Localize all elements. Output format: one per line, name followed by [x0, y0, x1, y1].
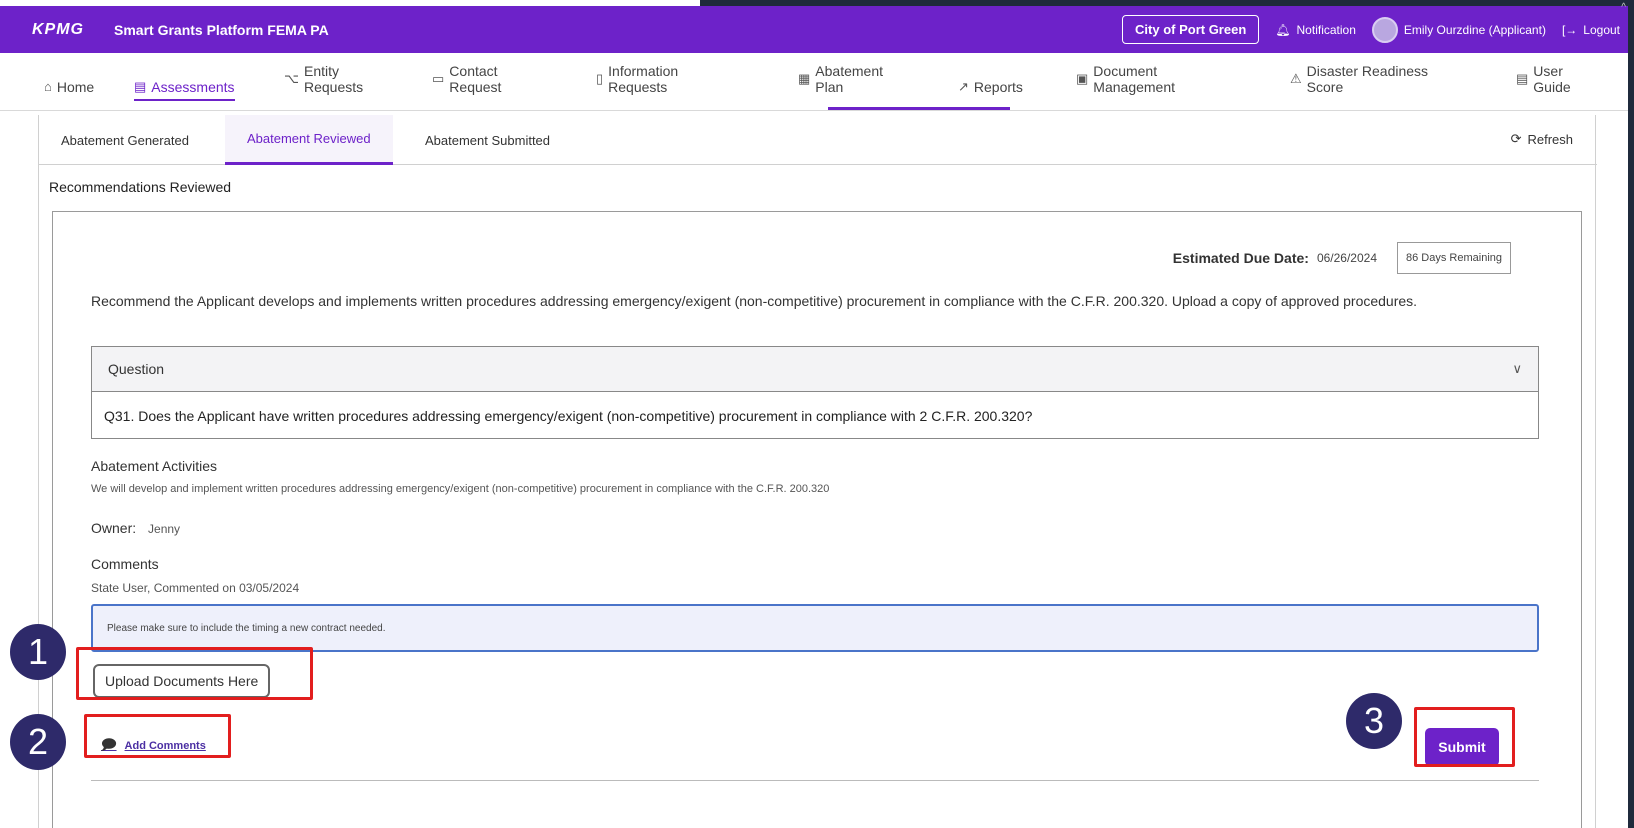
question-text: Q31. Does the Applicant have written pro…	[104, 407, 1033, 424]
recommendation-text: Recommend the Applicant develops and imp…	[91, 293, 1418, 309]
nav-info-label: Information Requests	[608, 63, 679, 95]
user-name: Emily Ourzdine (Applicant)	[1403, 22, 1546, 37]
callout-badge-2: 2	[10, 714, 66, 770]
tab-abatement-generated[interactable]: Abatement Generated	[39, 115, 211, 165]
nav-docs-label: Document Management	[1093, 63, 1176, 95]
branch-icon: ⌥	[284, 71, 299, 86]
comment-box: Please make sure to include the timing a…	[91, 604, 1539, 652]
question-accordion: Question ∨ Q31. Does the Applicant have …	[91, 346, 1539, 439]
abatement-activities-text: We will develop and implement written pr…	[91, 483, 830, 495]
due-date-row: Estimated Due Date: 06/26/2024 86 Days R…	[1173, 242, 1511, 274]
nav-information-requests[interactable]: ▯ Information Requests	[596, 63, 678, 95]
notification-label: Notification	[1296, 22, 1356, 37]
logout-label: Logout	[1583, 22, 1620, 37]
callout-badge-3: 3	[1346, 693, 1402, 749]
top-header: KPMG Smart Grants Platform FEMA PA City …	[0, 6, 1628, 53]
nav-disaster-readiness[interactable]: ⚠ Disaster Readiness Score	[1290, 63, 1428, 95]
clipboard-icon: ▤	[134, 79, 147, 94]
question-header-label: Question	[108, 361, 165, 377]
bell-icon: 🔔︎	[1275, 22, 1291, 37]
subtab-bar: Abatement Generated Abatement Reviewed A…	[39, 115, 1597, 165]
nav-document-management[interactable]: ▣ Document Management	[1076, 63, 1175, 95]
logout-icon: [→	[1561, 22, 1578, 37]
highlight-submit	[1414, 707, 1515, 767]
highlight-add-comments	[84, 714, 231, 758]
highlight-upload	[76, 647, 313, 700]
nav-contact-request[interactable]: ▭ Contact Request	[432, 63, 501, 95]
comments-label: Comments	[91, 556, 159, 572]
due-date-value: 06/26/2024	[1316, 251, 1377, 265]
nav-drs-label: Disaster Readiness Score	[1306, 63, 1429, 95]
nav-active-indicator	[828, 107, 1010, 110]
owner-value: Jenny	[148, 522, 181, 536]
city-selector-button[interactable]: City of Port Green	[1122, 15, 1260, 44]
nav-home-label: Home	[56, 79, 95, 95]
home-icon: ⌂	[44, 79, 52, 94]
nav-assessments[interactable]: ▤ Assessments	[134, 79, 235, 101]
nav-user-guide[interactable]: ▤ User Guide	[1516, 63, 1571, 95]
nav-assessments-label: Assessments	[151, 79, 235, 95]
kpmg-logo: KPMG	[32, 20, 84, 38]
calculator-icon: ▦	[798, 71, 811, 86]
section-title: Recommendations Reviewed	[49, 179, 232, 195]
refresh-label: Refresh	[1527, 131, 1573, 147]
logout-button[interactable]: [→ Logout	[1562, 23, 1620, 37]
abatement-activities-label: Abatement Activities	[91, 458, 218, 474]
due-date-label: Estimated Due Date:	[1172, 250, 1309, 266]
nav-abatement-plan[interactable]: ▦ Abatement Plan	[798, 63, 883, 95]
app-title: Smart Grants Platform FEMA PA	[114, 21, 329, 38]
nav-home[interactable]: ⌂ Home	[44, 79, 94, 95]
nav-reports[interactable]: ↗ Reports	[958, 79, 1023, 95]
nav-contact-label: Contact Request	[449, 63, 502, 95]
header-actions: City of Port Green 🔔︎ Notification Emily…	[1122, 15, 1628, 44]
scroll-up-icon[interactable]: ^	[1621, 2, 1626, 13]
avatar	[1371, 16, 1398, 43]
comment-meta: State User, Commented on 03/05/2024	[91, 581, 300, 595]
divider	[91, 780, 1539, 781]
chevron-down-icon[interactable]: ∨	[1512, 361, 1522, 377]
book-icon: ▤	[1516, 71, 1529, 86]
nav-reports-label: Reports	[973, 79, 1023, 95]
question-header[interactable]: Question ∨	[92, 347, 1538, 392]
owner-label: Owner:	[91, 520, 137, 536]
nav-guide-label: User Guide	[1533, 63, 1571, 95]
tab-abatement-reviewed[interactable]: Abatement Reviewed	[225, 115, 393, 165]
document-icon: ▯	[596, 71, 604, 86]
days-remaining-badge: 86 Days Remaining	[1397, 242, 1511, 274]
owner-row: Owner: Jenny	[91, 520, 180, 536]
user-menu[interactable]: Emily Ourzdine (Applicant)	[1371, 16, 1546, 43]
nav-abatement-label: Abatement Plan	[815, 63, 884, 95]
nav-entity-requests[interactable]: ⌥ Entity Requests	[284, 63, 363, 95]
notification-button[interactable]: 🔔︎ Notification	[1275, 23, 1356, 37]
contact-card-icon: ▭	[432, 71, 445, 86]
callout-badge-1: 1	[10, 624, 66, 680]
trend-icon: ↗	[958, 79, 969, 94]
refresh-icon: ⟳	[1510, 131, 1522, 146]
warning-icon: ⚠	[1290, 71, 1302, 86]
refresh-button[interactable]: ⟳ Refresh	[1511, 131, 1573, 147]
folder-icon: ▣	[1076, 71, 1089, 86]
nav-entity-label: Entity Requests	[303, 63, 364, 95]
background-edge	[1628, 0, 1634, 828]
tab-abatement-submitted[interactable]: Abatement Submitted	[403, 115, 572, 165]
main-nav: ⌂ Home ▤ Assessments ⌥ Entity Requests ▭ …	[0, 53, 1628, 111]
